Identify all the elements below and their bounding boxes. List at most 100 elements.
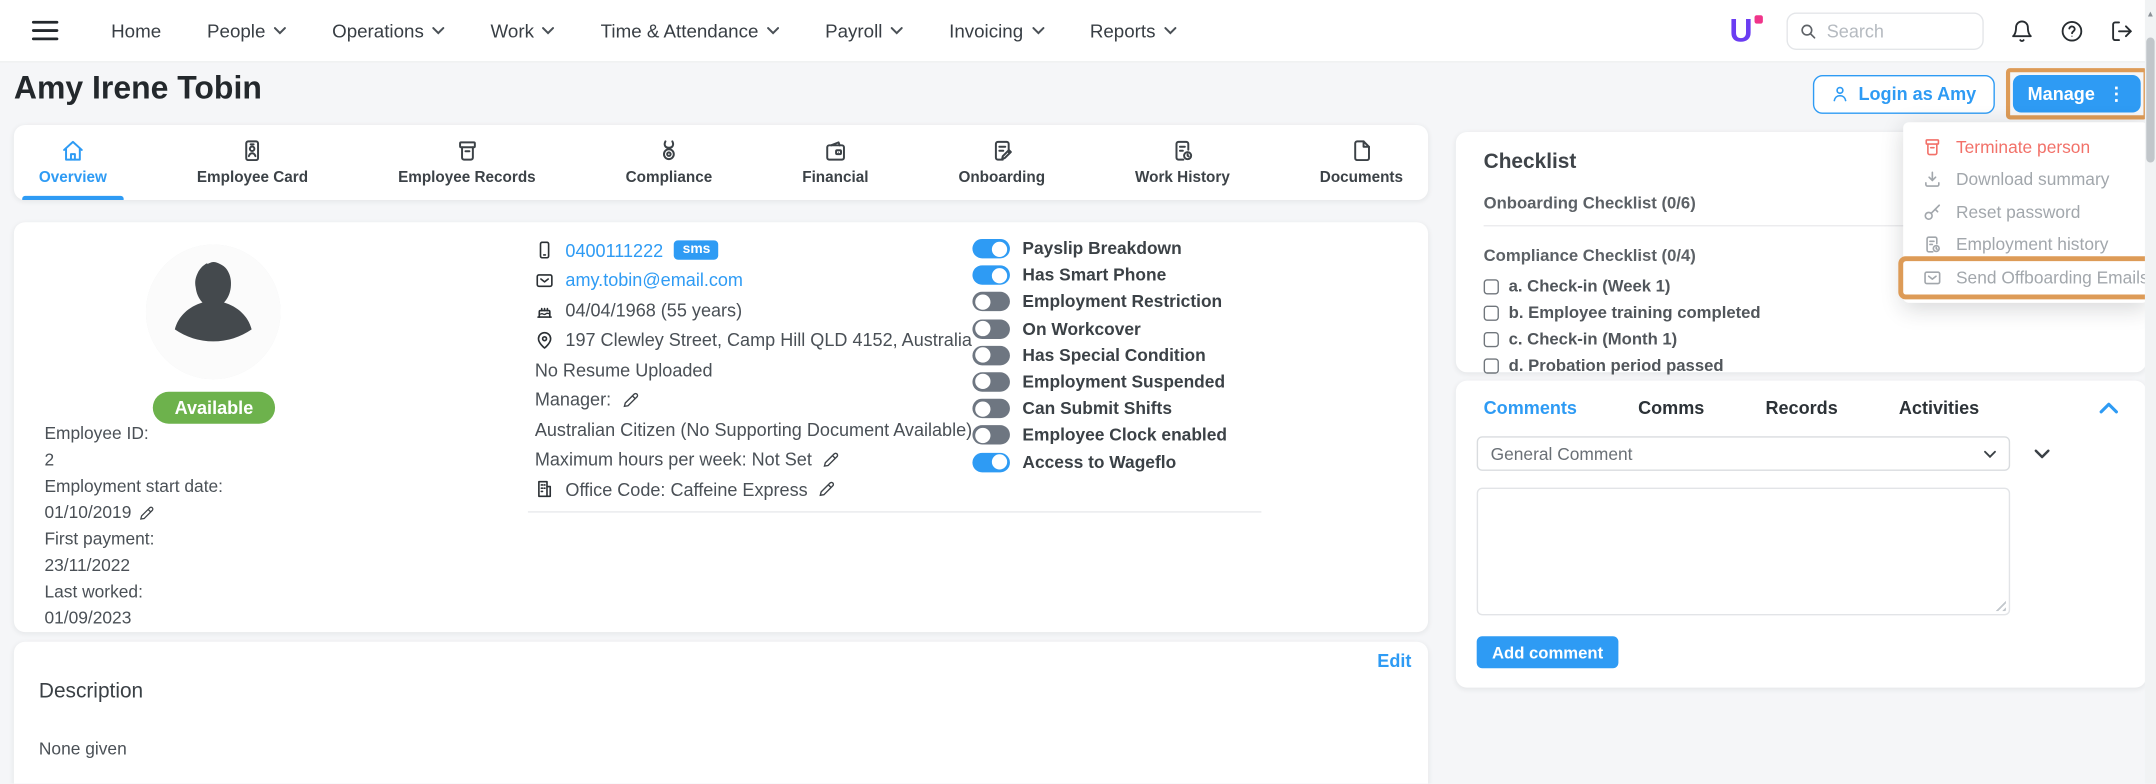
checklist-item: c. Check-in (Month 1) xyxy=(1484,331,2119,348)
phone-row: 0400111222 sms xyxy=(535,240,972,259)
nav-item-people[interactable]: People xyxy=(207,20,286,41)
toggle-employment-restriction[interactable]: Employment Restriction xyxy=(972,292,1227,311)
phone-link[interactable]: 0400111222 xyxy=(565,240,663,261)
citizenship-row: Australian Citizen (No Supporting Docume… xyxy=(535,420,972,439)
toggle-access-wageflo[interactable]: Access to Wageflo xyxy=(972,452,1227,471)
toggle-employment-suspended[interactable]: Employment Suspended xyxy=(972,372,1227,391)
summary-value: 01/10/2019 xyxy=(44,501,223,523)
tab-employee-card[interactable]: Employee Card xyxy=(188,125,316,200)
toggle-payslip-breakdown[interactable]: Payslip Breakdown xyxy=(972,239,1227,258)
toggle-can-submit-shifts[interactable]: Can Submit Shifts xyxy=(972,399,1227,418)
toggle-has-special-condition[interactable]: Has Special Condition xyxy=(972,346,1227,365)
birthday-value: 04/04/1968 (55 years) xyxy=(565,299,742,320)
search-box[interactable] xyxy=(1786,12,1983,50)
office-row: Office Code: Caffeine Express xyxy=(535,479,972,498)
toggle-on-workcover[interactable]: On Workcover xyxy=(972,319,1227,338)
chevron-down-icon xyxy=(1164,26,1177,34)
tab-onboarding[interactable]: Onboarding xyxy=(950,125,1053,200)
nav-item-invoicing[interactable]: Invoicing xyxy=(949,20,1044,41)
nav-item-payroll[interactable]: Payroll xyxy=(825,20,903,41)
toggle-has-smart-phone[interactable]: Has Smart Phone xyxy=(972,266,1227,285)
checkbox[interactable] xyxy=(1484,279,1499,294)
file-icon xyxy=(1350,139,1374,163)
nav-item-reports[interactable]: Reports xyxy=(1090,20,1177,41)
tab-financial[interactable]: Financial xyxy=(794,125,877,200)
manage-dropdown-menu: Terminate person Download summary Reset … xyxy=(1903,122,2147,302)
edit-pencil-icon[interactable] xyxy=(819,481,836,498)
menu-item-reset-password[interactable]: Reset password xyxy=(1903,196,2147,229)
menu-item-employment-history[interactable]: Employment history xyxy=(1903,229,2147,262)
add-comment-button[interactable]: Add comment xyxy=(1477,636,1619,668)
mobile-phone-icon xyxy=(535,240,554,259)
tab-activities[interactable]: Activities xyxy=(1899,397,1979,418)
tab-work-history[interactable]: Work History xyxy=(1127,125,1239,200)
toggle-employee-clock[interactable]: Employee Clock enabled xyxy=(972,426,1227,445)
tab-records[interactable]: Records xyxy=(1765,397,1837,418)
comment-type-row: General Comment xyxy=(1477,436,2126,471)
tab-compliance[interactable]: Compliance xyxy=(617,125,720,200)
help-icon[interactable] xyxy=(2060,19,2084,43)
toggle-switch[interactable] xyxy=(972,452,1010,471)
email-link[interactable]: amy.tobin@email.com xyxy=(565,270,743,291)
toggle-switch[interactable] xyxy=(972,292,1010,311)
chevron-down-icon xyxy=(542,26,555,34)
comment-type-select[interactable]: General Comment xyxy=(1477,436,2010,471)
header-actions: Login as Amy Manage ⋮ xyxy=(1813,68,2148,119)
comment-textarea-wrap xyxy=(1477,488,2010,616)
toggle-switch[interactable] xyxy=(972,346,1010,365)
file-clock-icon xyxy=(1171,139,1195,163)
checkbox[interactable] xyxy=(1484,358,1499,373)
scrollbar[interactable]: ▲ xyxy=(2145,0,2156,783)
menu-item-send-offboarding-emails[interactable]: Send Offboarding Emails xyxy=(1903,261,2147,294)
scrollbar-thumb[interactable] xyxy=(2146,38,2154,163)
scroll-up-arrow[interactable]: ▲ xyxy=(2145,11,2156,19)
nav-item-work[interactable]: Work xyxy=(491,20,555,41)
tab-comms[interactable]: Comms xyxy=(1638,397,1704,418)
nav-item-home[interactable]: Home xyxy=(111,20,161,41)
resume-status: No Resume Uploaded xyxy=(535,359,713,380)
edit-pencil-icon[interactable] xyxy=(138,505,153,520)
tab-employee-records[interactable]: Employee Records xyxy=(390,125,544,200)
toggle-switch[interactable] xyxy=(972,266,1010,285)
sms-badge[interactable]: sms xyxy=(674,240,718,259)
edit-pencil-icon[interactable] xyxy=(622,391,639,408)
toggle-switch[interactable] xyxy=(972,399,1010,418)
logout-icon[interactable] xyxy=(2110,19,2134,43)
menu-item-download-summary[interactable]: Download summary xyxy=(1903,163,2147,196)
trash-icon xyxy=(1923,137,1942,156)
summary-label: Employment start date: xyxy=(44,475,223,497)
address-value: 197 Clewley Street, Camp Hill QLD 4152, … xyxy=(565,329,972,350)
envelope-icon xyxy=(1923,268,1942,287)
logo-pink-dot xyxy=(1755,15,1763,23)
toggle-switch[interactable] xyxy=(972,239,1010,258)
tab-documents[interactable]: Documents xyxy=(1311,125,1411,200)
toggle-switch[interactable] xyxy=(972,426,1010,445)
nav-item-time-attendance[interactable]: Time & Attendance xyxy=(601,20,780,41)
nav-item-operations[interactable]: Operations xyxy=(332,20,445,41)
edit-description-link[interactable]: Edit xyxy=(1377,650,1411,671)
tab-overview[interactable]: Overview xyxy=(31,125,116,200)
manager-label: Manager: xyxy=(535,389,611,410)
checklist-item: d. Probation period passed xyxy=(1484,357,2119,374)
login-as-button[interactable]: Login as Amy xyxy=(1813,74,1995,113)
comment-textarea[interactable] xyxy=(1478,489,2009,614)
contact-divider xyxy=(528,511,1261,512)
checkbox[interactable] xyxy=(1484,331,1499,346)
menu-icon[interactable] xyxy=(32,21,58,40)
summary-label: Last worked: xyxy=(44,581,223,603)
checkbox[interactable] xyxy=(1484,305,1499,320)
toggle-switch[interactable] xyxy=(972,372,1010,391)
chevron-down-icon[interactable] xyxy=(2034,448,2051,459)
birthday-row: 04/04/1968 (55 years) xyxy=(535,300,972,319)
status-badge: Available xyxy=(152,392,275,424)
search-input[interactable] xyxy=(1827,20,1970,41)
menu-item-terminate-person[interactable]: Terminate person xyxy=(1903,131,2147,164)
home-icon xyxy=(61,139,85,163)
toggle-switch[interactable] xyxy=(972,319,1010,338)
manage-button[interactable]: Manage ⋮ xyxy=(2012,75,2140,113)
chevron-up-icon[interactable] xyxy=(2099,401,2118,414)
tab-comments[interactable]: Comments xyxy=(1484,397,1577,418)
notifications-bell-icon[interactable] xyxy=(2010,19,2034,43)
office-value: Office Code: Caffeine Express xyxy=(565,479,807,500)
edit-pencil-icon[interactable] xyxy=(823,451,840,468)
